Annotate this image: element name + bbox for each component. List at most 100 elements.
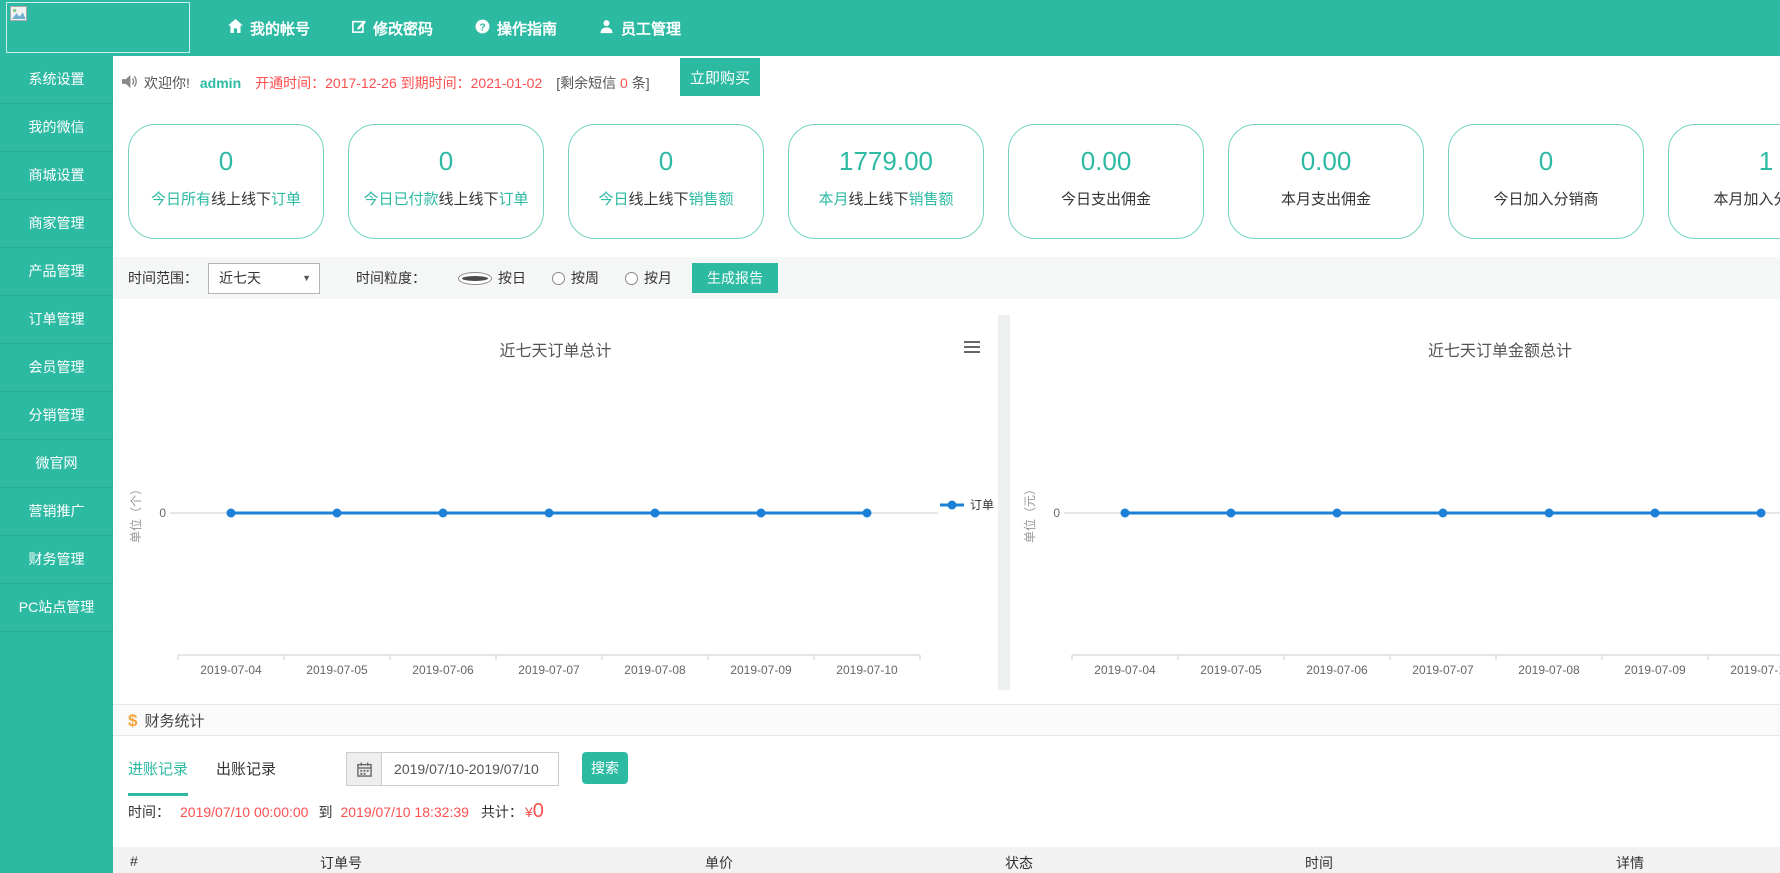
sidebar-item[interactable]: 商城设置 bbox=[0, 152, 113, 200]
time-range-select[interactable]: 近七天 ▼ bbox=[208, 263, 320, 294]
filter-bar: 时间范围： 近七天 ▼ 时间粒度： 按日按周按月 生成报告 bbox=[113, 257, 1780, 299]
x-axis-label: 2019-07-05 bbox=[306, 663, 368, 677]
finance-section-header: $财务统计 bbox=[113, 704, 1780, 736]
sidebar-item[interactable]: 会员管理 bbox=[0, 344, 113, 392]
logo-placeholder bbox=[6, 2, 190, 53]
x-axis-label: 2019-07-05 bbox=[1200, 663, 1262, 677]
select-arrow-icon: ▼ bbox=[302, 264, 311, 293]
stat-label-mid: 本月支出佣金 bbox=[1281, 191, 1371, 208]
table-header-cell: 时间 bbox=[1305, 853, 1333, 873]
users-icon bbox=[599, 19, 614, 38]
topnav-item-edit[interactable]: 修改密码 bbox=[352, 18, 433, 39]
chart-title: 近七天订单总计 bbox=[113, 337, 998, 361]
top-header-bar: 我的帐号 修改密码 ?操作指南 员工管理 bbox=[0, 0, 1780, 56]
stat-label-pre: 今日所有 bbox=[151, 191, 211, 208]
radio-dot bbox=[625, 272, 638, 285]
svg-text:?: ? bbox=[479, 22, 485, 33]
x-axis-label: 2019-07-08 bbox=[624, 663, 686, 677]
radio-option-按日[interactable]: 按日 bbox=[448, 268, 526, 288]
speaker-icon bbox=[121, 74, 138, 92]
radio-dot bbox=[458, 272, 492, 285]
stat-card-label: 今日所有线上线下订单 bbox=[129, 188, 323, 209]
sidebar-item[interactable]: 订单管理 bbox=[0, 296, 113, 344]
stat-label-mid: 线上线下 bbox=[628, 191, 688, 208]
stat-label-suf: 销售额 bbox=[689, 191, 734, 208]
chart-legend[interactable]: 订单 bbox=[940, 498, 994, 512]
data-point bbox=[1439, 509, 1448, 518]
sidebar-menu: 系统设置我的微信商城设置商家管理产品管理订单管理会员管理分销管理微官网营销推广财… bbox=[0, 56, 113, 873]
welcome-bar: 欢迎你! admin 开通时间：2017-12-26 到期时间：2021-01-… bbox=[113, 56, 1780, 110]
generate-report-button[interactable]: 生成报告 bbox=[692, 263, 778, 293]
broken-image-icon bbox=[10, 6, 27, 26]
calendar-icon[interactable] bbox=[346, 752, 382, 786]
stat-cards-row: 0今日所有线上线下订单0今日已付款线上线下订单0今日线上线下销售额1779.00… bbox=[113, 110, 1780, 239]
x-axis-label: 2019-07-09 bbox=[730, 663, 792, 677]
y-axis-unit-label: 单位（元） bbox=[1022, 483, 1037, 543]
stat-card-value: 1 bbox=[1669, 146, 1780, 177]
sidebar-item[interactable]: 财务管理 bbox=[0, 536, 113, 584]
time-summary-row: 时间： 2019/07/10 00:00:00 到 2019/07/10 18:… bbox=[113, 800, 1780, 823]
top-navigation: 我的帐号 修改密码 ?操作指南 员工管理 bbox=[228, 0, 681, 56]
stat-card-value: 1779.00 bbox=[789, 146, 983, 177]
date-range-group bbox=[346, 752, 559, 786]
x-axis-label: 2019-07-04 bbox=[1094, 663, 1156, 677]
stat-card: 0今日线上线下销售额 bbox=[568, 124, 764, 239]
data-point bbox=[333, 509, 342, 518]
topnav-item-label: 我的帐号 bbox=[250, 18, 310, 39]
stat-card-value: 0.00 bbox=[1229, 146, 1423, 177]
sidebar-item[interactable]: 营销推广 bbox=[0, 488, 113, 536]
time-to: 2019/07/10 18:32:39 bbox=[340, 804, 468, 820]
stat-label-pre: 今日 bbox=[598, 191, 628, 208]
date-range-input[interactable] bbox=[382, 752, 559, 786]
stat-card: 1779.00本月线上线下销售额 bbox=[788, 124, 984, 239]
x-axis-label: 2019-07-08 bbox=[1518, 663, 1580, 677]
data-point bbox=[757, 509, 766, 518]
amount-line-chart: 单位（元） 0 2019-07-04 2019-07-05 2019-07-06 2019… bbox=[1010, 375, 1780, 690]
total-value: 0 bbox=[533, 800, 544, 823]
topnav-item-question[interactable]: ?操作指南 bbox=[475, 18, 557, 39]
sidebar-item[interactable]: 商家管理 bbox=[0, 200, 113, 248]
stat-card: 0今日已付款线上线下订单 bbox=[348, 124, 544, 239]
stat-card-value: 0 bbox=[129, 146, 323, 177]
chart-panel-amount: 近七天订单金额总计 单位（元）02019-07-042019-07-052019… bbox=[1010, 315, 1780, 690]
topnav-item-label: 员工管理 bbox=[621, 18, 681, 39]
topnav-item-label: 修改密码 bbox=[373, 18, 433, 39]
data-point bbox=[545, 509, 554, 518]
buy-now-button[interactable]: 立即购买 bbox=[680, 58, 760, 96]
tab-income-records[interactable]: 进账记录 bbox=[128, 752, 188, 796]
data-point bbox=[1121, 509, 1130, 518]
y-axis-tick: 0 bbox=[1053, 506, 1060, 520]
y-axis-tick: 0 bbox=[159, 506, 166, 520]
radio-option-按月[interactable]: 按月 bbox=[625, 268, 672, 288]
chart-menu-icon[interactable] bbox=[964, 341, 980, 356]
stat-card-label: 本月支出佣金 bbox=[1229, 188, 1423, 209]
sidebar-item[interactable]: 我的微信 bbox=[0, 104, 113, 152]
sidebar-item[interactable]: 分销管理 bbox=[0, 392, 113, 440]
stat-label-mid: 线上线下 bbox=[211, 191, 271, 208]
x-axis-label: 2019-07-04 bbox=[200, 663, 262, 677]
data-point bbox=[1757, 509, 1766, 518]
topnav-item-users[interactable]: 员工管理 bbox=[599, 18, 681, 39]
radio-option-按周[interactable]: 按周 bbox=[552, 268, 599, 288]
stat-card-value: 0 bbox=[1449, 146, 1643, 177]
topnav-item-home[interactable]: 我的帐号 bbox=[228, 18, 310, 39]
x-axis-label: 2019-07-10 bbox=[836, 663, 898, 677]
table-header-cell: 单价 bbox=[705, 853, 733, 873]
search-button[interactable]: 搜索 bbox=[582, 752, 628, 784]
stat-card: 1本月加入分销商 bbox=[1668, 124, 1780, 239]
tab-outgoing-records[interactable]: 出账记录 bbox=[216, 752, 276, 793]
x-axis-label: 2019-07-06 bbox=[1306, 663, 1368, 677]
data-point bbox=[1545, 509, 1554, 518]
sidebar-item[interactable]: 系统设置 bbox=[0, 56, 113, 104]
sidebar-item[interactable]: 微官网 bbox=[0, 440, 113, 488]
stat-label-mid: 今日支出佣金 bbox=[1061, 191, 1151, 208]
stat-card-value: 0 bbox=[349, 146, 543, 177]
table-header-cell: 订单号 bbox=[320, 853, 362, 873]
time-range-label: 时间范围： bbox=[128, 268, 198, 288]
x-axis-label: 2019-07-07 bbox=[518, 663, 580, 677]
sidebar-item[interactable]: 产品管理 bbox=[0, 248, 113, 296]
orders-line-chart: 单位（个）02019-07-042019-07-052019-07-062019… bbox=[113, 375, 998, 690]
sidebar-item[interactable]: PC站点管理 bbox=[0, 584, 113, 632]
to-label: 到 bbox=[318, 802, 332, 822]
records-table-header: #订单号单价状态时间详情 bbox=[113, 847, 1780, 873]
